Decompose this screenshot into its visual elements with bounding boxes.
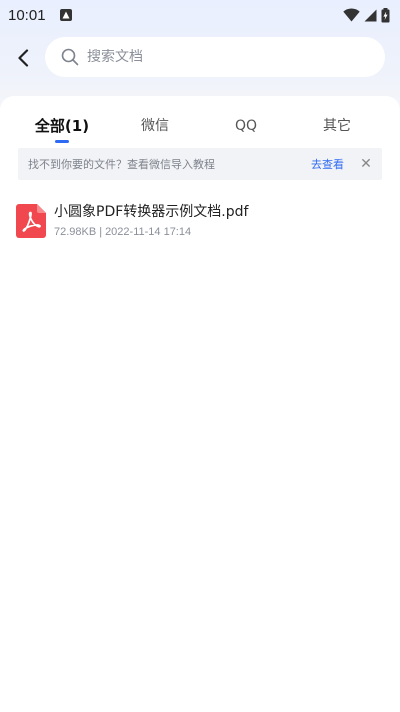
tab-wechat-label: 微信 [141,118,169,134]
import-tip-banner: 找不到你要的文件？查看微信导入教程 去查看 ✕ [18,148,382,180]
file-name: 小圆象PDF转换器示例文档.pdf [54,204,249,220]
tab-qq-label: QQ [234,118,258,134]
status-icons [343,7,390,23]
tab-wechat[interactable]: 微信 [110,114,200,144]
search-input[interactable] [87,49,337,65]
wifi-icon [343,8,360,22]
tab-bar: 全部(1) 微信 QQ 其它 [0,114,400,144]
tab-active-indicator [55,140,69,143]
tab-qq[interactable]: QQ [201,114,291,144]
top-bar [0,36,400,80]
tab-all[interactable]: 全部(1) [17,114,107,144]
file-size: 72.98KB [54,226,97,238]
cell-signal-icon [364,9,377,22]
close-icon[interactable]: ✕ [360,157,372,171]
pdf-file-icon [16,204,46,238]
file-info: 小圆象PDF转换器示例文档.pdf 72.98KB | 2022-11-14 17:… [54,202,248,240]
search-box[interactable] [45,37,385,77]
tab-other[interactable]: 其它 [292,114,382,144]
file-meta: 72.98KB | 2022-11-14 17:14 [54,224,248,240]
tip-text: 找不到你要的文件？查看微信导入教程 [28,158,215,171]
tab-all-label: 全部(1) [34,117,90,135]
android-notification-icon [59,9,72,21]
search-icon [61,48,79,66]
tab-other-label: 其它 [323,118,351,134]
content-panel: 全部(1) 微信 QQ 其它 找不到你要的文件？查看微信导入教程 去查看 ✕ 小… [0,96,400,712]
battery-charging-icon [381,7,390,23]
status-bar: 10:01 [0,0,400,30]
back-button[interactable] [10,44,36,72]
view-tutorial-link[interactable]: 去查看 [311,156,344,172]
status-time: 10:01 [8,6,46,24]
file-date: 2022-11-14 17:14 [105,226,192,238]
meta-separator: | [99,226,103,238]
chevron-left-icon [18,49,29,67]
file-list-item[interactable]: 小圆象PDF转换器示例文档.pdf 72.98KB | 2022-11-14 17:… [16,201,386,241]
